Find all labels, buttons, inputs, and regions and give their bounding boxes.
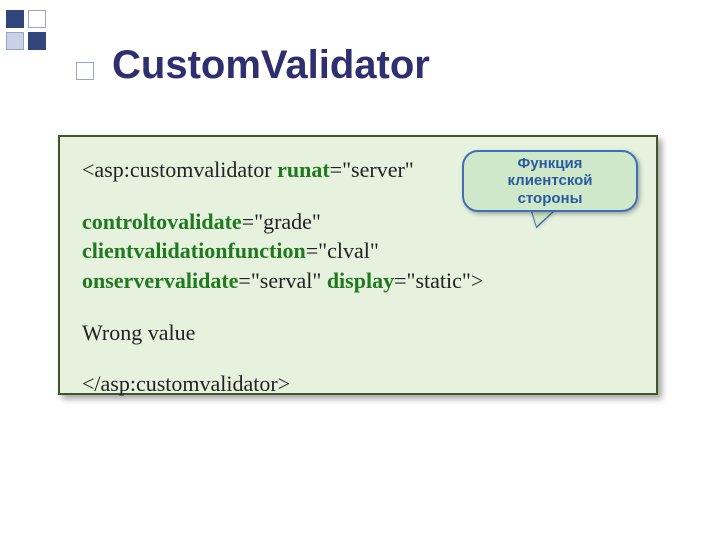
bullet-square-icon (76, 62, 94, 80)
code-text: ="static"> (394, 268, 483, 293)
slide: CustomValidator <asp:customvalidator run… (0, 0, 720, 540)
callout-line: стороны (518, 190, 583, 207)
blank-line (82, 296, 634, 318)
code-attr-runat: runat (277, 157, 330, 182)
decoration-square-icon (28, 10, 46, 28)
callout-line: клиентской (507, 172, 592, 189)
code-text: ="grade" (242, 209, 321, 234)
code-attr-controltovalidate: controltovalidate (82, 209, 242, 234)
slide-title: CustomValidator (112, 43, 430, 88)
code-text: ="server" (330, 157, 414, 182)
code-attr-clientvalidationfunction: clientvalidationfunction (82, 238, 306, 263)
decoration-square-icon (6, 10, 24, 28)
code-attr-onservervalidate: onservervalidate (82, 268, 238, 293)
code-text: <asp:customvalidator (82, 157, 277, 182)
code-close-tag: </asp:customvalidator> (82, 369, 634, 399)
code-attr-display: display (327, 268, 394, 293)
blank-line (82, 347, 634, 369)
callout-text: Функция клиентской стороны (507, 155, 592, 207)
code-text: ="serval" (238, 268, 326, 293)
code-line: clientvalidationfunction="clval" (82, 236, 634, 266)
code-line: onservervalidate="serval" display="stati… (82, 266, 634, 296)
callout-line: Функция (518, 155, 583, 172)
code-text: ="clval" (306, 238, 379, 263)
callout-bubble: Функция клиентской стороны (462, 150, 638, 212)
decoration-square-icon (6, 32, 24, 50)
decoration-square-icon (28, 32, 46, 50)
code-inner-text: Wrong value (82, 318, 634, 348)
